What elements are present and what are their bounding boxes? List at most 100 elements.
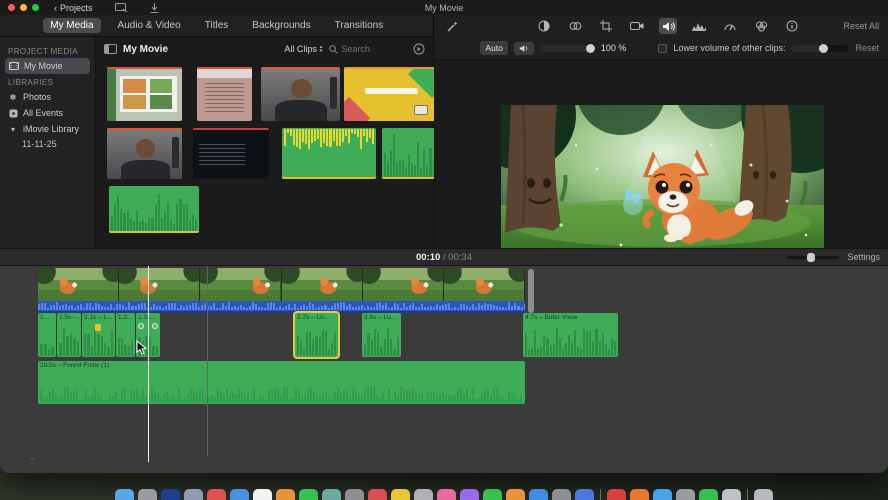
sidebar-item-imovie-library[interactable]: ▾ iMovie Library <box>0 121 95 137</box>
enhance-wand-icon[interactable] <box>443 18 461 34</box>
sidebar-toggle-icon[interactable] <box>104 44 117 54</box>
dock-app-icon[interactable] <box>437 489 456 500</box>
dock-app-icon[interactable] <box>276 489 295 500</box>
media-thumb-promo-card[interactable] <box>344 67 439 121</box>
playhead[interactable] <box>148 266 149 462</box>
mouse-cursor <box>136 340 147 355</box>
color-correction-icon[interactable] <box>566 18 584 34</box>
dock-app-icon[interactable] <box>653 489 672 500</box>
audio-clip[interactable]: 4.7s – Bobo Voice <box>523 313 618 357</box>
dock-app-icon[interactable] <box>699 489 718 500</box>
auto-volume-button[interactable]: Auto <box>480 41 508 55</box>
project-film-icon <box>9 61 19 71</box>
tab-titles[interactable]: Titles <box>198 18 236 33</box>
dock-app-icon[interactable] <box>322 489 341 500</box>
tab-backgrounds[interactable]: Backgrounds <box>245 18 317 33</box>
dock-app-icon[interactable] <box>230 489 249 500</box>
crop-icon[interactable] <box>597 18 615 34</box>
dock-app-icon[interactable] <box>115 489 134 500</box>
dock-app-icon[interactable] <box>575 489 594 500</box>
dock-app-icon[interactable] <box>368 489 387 500</box>
dock-app-icon[interactable] <box>414 489 433 500</box>
dock-app-icon[interactable] <box>552 489 571 500</box>
media-thumb-screen-recording[interactable] <box>193 128 269 179</box>
dock-app-icon[interactable] <box>253 489 272 500</box>
dock-app-icon[interactable] <box>754 489 773 500</box>
clip-end-handle[interactable] <box>528 269 534 313</box>
dock-app-icon[interactable] <box>391 489 410 500</box>
dock-app-icon[interactable] <box>630 489 649 500</box>
dock-app-icon[interactable] <box>722 489 741 500</box>
dock-app-icon[interactable] <box>345 489 364 500</box>
dock-app-icon[interactable] <box>299 489 318 500</box>
sidebar-item-all-events[interactable]: All Events <box>0 105 95 121</box>
media-thumb-document[interactable] <box>197 67 252 121</box>
media-thumb-audio-2[interactable] <box>109 186 199 233</box>
tab-my-media[interactable]: My Media <box>43 18 101 33</box>
search-field[interactable] <box>329 44 407 54</box>
dock-app-icon[interactable] <box>460 489 479 500</box>
reset-all-button[interactable]: Reset All <box>843 21 879 31</box>
timeline-settings-button[interactable]: Settings <box>847 252 880 262</box>
clip-filter-label: All Clips <box>284 44 317 54</box>
timeline-zoom-slider[interactable] <box>787 252 840 262</box>
clip-info-icon[interactable] <box>783 18 801 34</box>
dock-app-icon[interactable] <box>676 489 695 500</box>
clip-filter-icon[interactable] <box>752 18 770 34</box>
sidebar-item-my-movie[interactable]: My Movie <box>5 58 90 74</box>
tab-audio-video[interactable]: Audio & Video <box>111 18 188 33</box>
media-browser: My Movie All Clips ▲ ▼ <box>96 37 470 248</box>
fade-handle[interactable] <box>138 323 144 329</box>
speed-icon[interactable] <box>721 18 739 34</box>
audio-clip[interactable]: 2.1s – L... <box>82 313 115 357</box>
audio-clip[interactable]: 2.7s – Lu... <box>295 313 338 357</box>
stray-mark: ⌁ <box>30 456 35 463</box>
dock-app-icon[interactable] <box>529 489 548 500</box>
timeline[interactable]: 1... 1.5s –... 2.1s – L... 1.2... 1.3s... 2.7… <box>0 266 888 473</box>
video-filmstrip[interactable] <box>38 268 525 301</box>
sidebar-item-photos[interactable]: ✽ Photos <box>0 89 95 105</box>
waveform <box>59 327 79 356</box>
audio-clip[interactable]: 1.5s –... <box>57 313 81 357</box>
media-thumb-webcam-2[interactable] <box>107 128 182 179</box>
sidebar-item-date[interactable]: 11-11-25 <box>0 137 95 151</box>
timecode-total: 00:34 <box>448 251 472 263</box>
noise-reduction-icon[interactable] <box>690 18 708 34</box>
lower-volume-slider[interactable] <box>791 43 850 53</box>
color-balance-icon[interactable] <box>535 18 553 34</box>
fade-handle[interactable] <box>152 323 158 329</box>
media-thumb-fox-grid[interactable] <box>107 67 182 121</box>
audio-clip[interactable]: 1.2... <box>116 313 135 357</box>
waveform <box>364 327 399 356</box>
search-input[interactable] <box>341 44 402 54</box>
dock-app-icon[interactable] <box>483 489 502 500</box>
mute-button[interactable] <box>513 41 534 55</box>
audio-clip[interactable]: 1... <box>38 313 56 357</box>
chevron-down-icon[interactable]: ▾ <box>8 124 18 134</box>
filmstrip-frame <box>119 268 201 301</box>
clip-filter-dropdown[interactable]: All Clips ▲ ▼ <box>284 44 323 54</box>
continuous-playback-icon[interactable] <box>413 43 425 55</box>
dock-app-icon[interactable] <box>506 489 525 500</box>
music-clip-label: 29.5s – Forest Frolic (1) <box>40 362 109 369</box>
tab-transitions[interactable]: Transitions <box>328 18 391 33</box>
dock-app-icon[interactable] <box>207 489 226 500</box>
background-music-clip[interactable]: 29.5s – Forest Frolic (1) <box>38 361 525 404</box>
browser-title: My Movie <box>123 43 169 55</box>
audio-clip[interactable]: 2.6s – Lu... <box>362 313 401 357</box>
timeline-marker-line <box>207 266 208 456</box>
dock-divider <box>600 489 601 500</box>
reset-button[interactable]: Reset <box>855 43 879 53</box>
stabilization-icon[interactable] <box>628 18 646 34</box>
dock-app-icon[interactable] <box>607 489 626 500</box>
volume-slider[interactable] <box>539 43 595 53</box>
dock-app-icon[interactable] <box>184 489 203 500</box>
media-thumb-audio-loud[interactable] <box>282 128 376 179</box>
media-thumb-webcam-1[interactable] <box>261 67 340 121</box>
dock-app-icon[interactable] <box>161 489 180 500</box>
lower-volume-checkbox[interactable] <box>658 43 668 53</box>
lower-volume-label: Lower volume of other clips: <box>673 43 786 53</box>
dock-app-icon[interactable] <box>138 489 157 500</box>
preview-frame[interactable]: Veo <box>501 105 825 263</box>
volume-icon[interactable] <box>659 18 678 34</box>
